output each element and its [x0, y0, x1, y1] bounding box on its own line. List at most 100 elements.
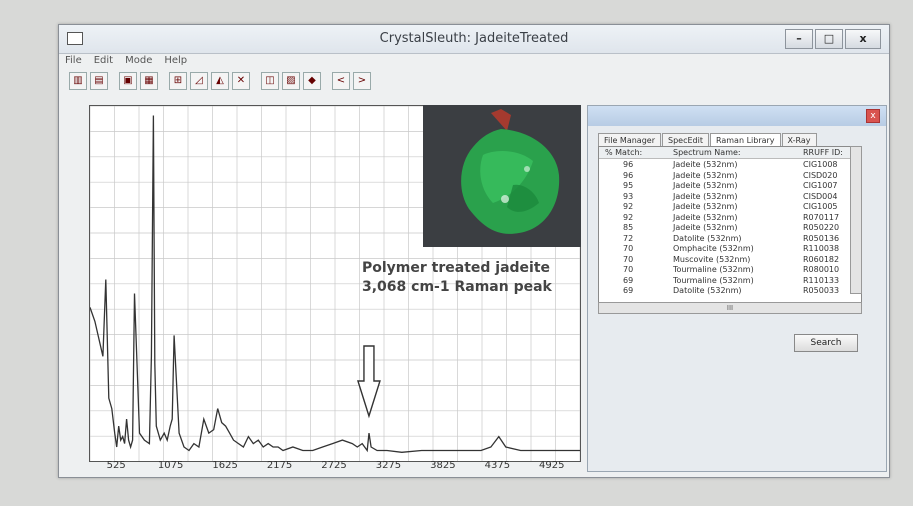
panel-close-icon[interactable]: x: [866, 109, 880, 123]
spectrum-name-cell: Datolite (532nm): [673, 286, 742, 295]
tab-x-ray[interactable]: X-Ray: [781, 133, 817, 147]
match-cell: 72: [623, 233, 634, 243]
peak-tool-1-icon[interactable]: ◫: [261, 72, 279, 90]
table-row[interactable]: 96 Jadeite (532nm) CIG1008: [599, 160, 861, 169]
tab-file-manager[interactable]: File Manager: [598, 133, 661, 147]
x-tick-label: 1075: [157, 460, 184, 471]
match-cell: 92: [623, 212, 634, 222]
match-cell: 70: [623, 254, 634, 264]
match-cell: 70: [623, 265, 634, 274]
rruff-id-cell: CIG1005: [803, 202, 838, 211]
nav-prev-button[interactable]: <: [332, 72, 350, 90]
rruff-id-cell: CIG1007: [803, 181, 838, 190]
edit-tool-1-icon[interactable]: ⊞: [169, 72, 187, 90]
x-tick-label: 3275: [375, 460, 402, 471]
rruff-id-cell: R080010: [803, 265, 840, 274]
rruff-id-cell: CISD004: [803, 191, 838, 201]
minimize-button[interactable]: –: [785, 29, 813, 49]
close-button[interactable]: x: [845, 29, 881, 49]
x-tick-label: 4375: [484, 460, 511, 471]
rruff-id-cell: CISD020: [803, 170, 838, 180]
edit-tool-2-icon[interactable]: ◿: [190, 72, 208, 90]
peak-tool-2-icon[interactable]: ▨: [282, 72, 300, 90]
match-cell: 85: [623, 223, 634, 232]
vertical-scrollbar[interactable]: [850, 146, 862, 294]
app-window: CrystalSleuth: JadeiteTreated – □ x File…: [58, 24, 890, 478]
table-row[interactable]: 69 Datolite (532nm) R050033: [599, 286, 861, 295]
annotation-line-2: 3,068 cm-1 Raman peak: [362, 279, 552, 295]
panel-header: x: [588, 106, 886, 126]
annotation-arrow: [357, 345, 381, 419]
rruff-id-cell: R050033: [803, 286, 840, 295]
spectrum-name-cell: Jadeite (532nm): [673, 181, 738, 190]
nav-next-button[interactable]: >: [353, 72, 371, 90]
jadeite-photo: [423, 105, 581, 247]
rruff-id-cell: R110133: [803, 275, 840, 285]
bar-chart-icon[interactable]: ▤: [90, 72, 108, 90]
title-bar[interactable]: CrystalSleuth: JadeiteTreated – □ x: [59, 25, 889, 54]
column-header-rruff-id[interactable]: RRUFF ID:: [803, 148, 843, 157]
rruff-id-cell: R050220: [803, 223, 840, 232]
spectrum-name-cell: Muscovite (532nm): [673, 254, 751, 264]
match-tool-icon[interactable]: ◆: [303, 72, 321, 90]
x-tick-label: 1625: [212, 460, 238, 471]
print-icon[interactable]: ▦: [140, 72, 158, 90]
rruff-id-cell: R060182: [803, 254, 840, 264]
table-row[interactable]: 72 Datolite (532nm) R050136: [599, 234, 861, 243]
search-button[interactable]: Search: [794, 334, 858, 352]
spectrum-name-cell: Datolite (532nm): [673, 233, 742, 243]
spectrum-view-icon[interactable]: ▥: [69, 72, 87, 90]
menu-help[interactable]: Help: [164, 55, 187, 69]
panel-tabs: File Manager SpecEdit Raman Library X-Ra…: [598, 133, 818, 147]
horizontal-scrollbar[interactable]: III: [598, 302, 862, 314]
maximize-button[interactable]: □: [815, 29, 843, 49]
tab-specedit[interactable]: SpecEdit: [662, 133, 709, 147]
table-row[interactable]: 92 Jadeite (532nm) CIG1005: [599, 202, 861, 211]
match-cell: 93: [623, 191, 634, 201]
match-cell: 95: [623, 181, 634, 190]
table-row[interactable]: 92 Jadeite (532nm) R070117: [599, 213, 861, 222]
menu-edit[interactable]: Edit: [94, 55, 113, 69]
column-header-name[interactable]: Spectrum Name:: [673, 148, 741, 157]
spectrum-name-cell: Jadeite (532nm): [673, 191, 738, 201]
column-header-match[interactable]: % Match:: [605, 148, 642, 157]
spectrum-name-cell: Jadeite (532nm): [673, 160, 738, 169]
table-row[interactable]: 69 Tourmaline (532nm) R110133: [599, 276, 861, 285]
tab-raman-library[interactable]: Raman Library: [709, 133, 781, 147]
spectrum-name-cell: Omphacite (532nm): [673, 244, 754, 253]
table-row[interactable]: 93 Jadeite (532nm) CISD004: [599, 192, 861, 201]
spectrum-annotation: Polymer treated jadeite 3,068 cm-1 Raman…: [362, 259, 552, 297]
edit-tool-3-icon[interactable]: ◭: [211, 72, 229, 90]
table-header: % Match: Spectrum Name: RRUFF ID:: [599, 147, 861, 159]
table-row[interactable]: 70 Muscovite (532nm) R060182: [599, 255, 861, 264]
save-icon[interactable]: ▣: [119, 72, 137, 90]
rruff-id-cell: R050136: [803, 233, 840, 243]
match-cell: 96: [623, 170, 634, 180]
spectrum-name-cell: Jadeite (532nm): [673, 170, 738, 180]
table-row[interactable]: 70 Omphacite (532nm) R110038: [599, 244, 861, 253]
rruff-id-cell: R070117: [803, 212, 840, 222]
menu-mode[interactable]: Mode: [125, 55, 152, 69]
menu-file[interactable]: File: [65, 55, 82, 69]
match-cell: 96: [623, 160, 634, 169]
table-row[interactable]: 96 Jadeite (532nm) CISD020: [599, 171, 861, 180]
library-panel: x File Manager SpecEdit Raman Library X-…: [587, 105, 887, 472]
menu-bar: File Edit Mode Help: [65, 55, 187, 69]
table-row[interactable]: 95 Jadeite (532nm) CIG1007: [599, 181, 861, 190]
spectrum-name-cell: Tourmaline (532nm): [673, 275, 754, 285]
edit-tool-4-icon[interactable]: ✕: [232, 72, 250, 90]
match-cell: 92: [623, 202, 634, 211]
library-results-table: % Match: Spectrum Name: RRUFF ID: 96 Jade…: [598, 146, 862, 304]
spectrum-name-cell: Jadeite (532nm): [673, 223, 738, 232]
x-tick-label: 2725: [321, 460, 347, 471]
window-title: CrystalSleuth: JadeiteTreated: [379, 31, 569, 46]
match-cell: 69: [623, 275, 634, 285]
match-cell: 69: [623, 286, 634, 295]
table-row[interactable]: 70 Tourmaline (532nm) R080010: [599, 265, 861, 274]
spectrum-name-cell: Jadeite (532nm): [673, 212, 738, 222]
table-row[interactable]: 85 Jadeite (532nm) R050220: [599, 223, 861, 232]
rruff-id-cell: R110038: [803, 244, 840, 253]
x-tick-label: 4925: [539, 460, 565, 471]
spectrum-name-cell: Jadeite (532nm): [673, 202, 738, 211]
spectrum-name-cell: Tourmaline (532nm): [673, 265, 754, 274]
